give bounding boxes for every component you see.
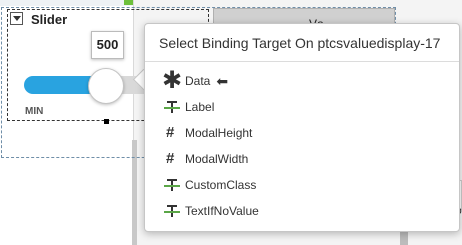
binding-target-data[interactable]: ✱ Data ⬅ — [159, 68, 449, 94]
binding-target-label: Label — [185, 100, 215, 114]
number-hash-icon: # — [166, 124, 175, 141]
string-type-icon — [159, 172, 185, 198]
collapse-toggle-button[interactable] — [10, 12, 23, 25]
chevron-down-icon — [13, 16, 21, 21]
popup-divider — [145, 61, 459, 62]
binding-target-label-item[interactable]: Label — [159, 94, 449, 120]
scrollbar-thumb[interactable] — [400, 231, 408, 245]
slider-value-display: 500 — [91, 31, 124, 59]
binding-target-modalheight[interactable]: # ModalHeight — [159, 120, 449, 146]
binding-target-customclass[interactable]: CustomClass — [159, 172, 449, 198]
string-type-icon — [159, 94, 185, 120]
resize-handle[interactable] — [104, 119, 109, 124]
binding-target-popup: Select Binding Target On ptcsvaluedispla… — [144, 23, 460, 232]
binding-target-label: CustomClass — [185, 178, 257, 192]
binding-target-label: ModalWidth — [185, 152, 249, 166]
binding-target-label: ModalHeight — [185, 126, 253, 140]
arrow-left-icon: ⬅ — [216, 73, 229, 89]
binding-target-list: ✱ Data ⬅ Label # ModalHeight # ModalWidt… — [159, 68, 449, 224]
slider-widget-title: Slider — [31, 12, 68, 27]
binding-target-modalwidth[interactable]: # ModalWidth — [159, 146, 449, 172]
binding-target-textifnovalue[interactable]: TextIfNoValue — [159, 198, 449, 224]
slider-min-label: MIN — [25, 106, 44, 117]
binding-target-label: TextIfNoValue — [185, 204, 259, 218]
string-type-icon — [159, 198, 185, 224]
asterisk-icon: ✱ — [162, 67, 183, 94]
popup-title: Select Binding Target On ptcsvaluedispla… — [159, 35, 441, 51]
binding-target-label: Data — [185, 74, 211, 88]
slider-thumb[interactable] — [88, 68, 124, 104]
number-hash-icon: # — [166, 150, 175, 167]
